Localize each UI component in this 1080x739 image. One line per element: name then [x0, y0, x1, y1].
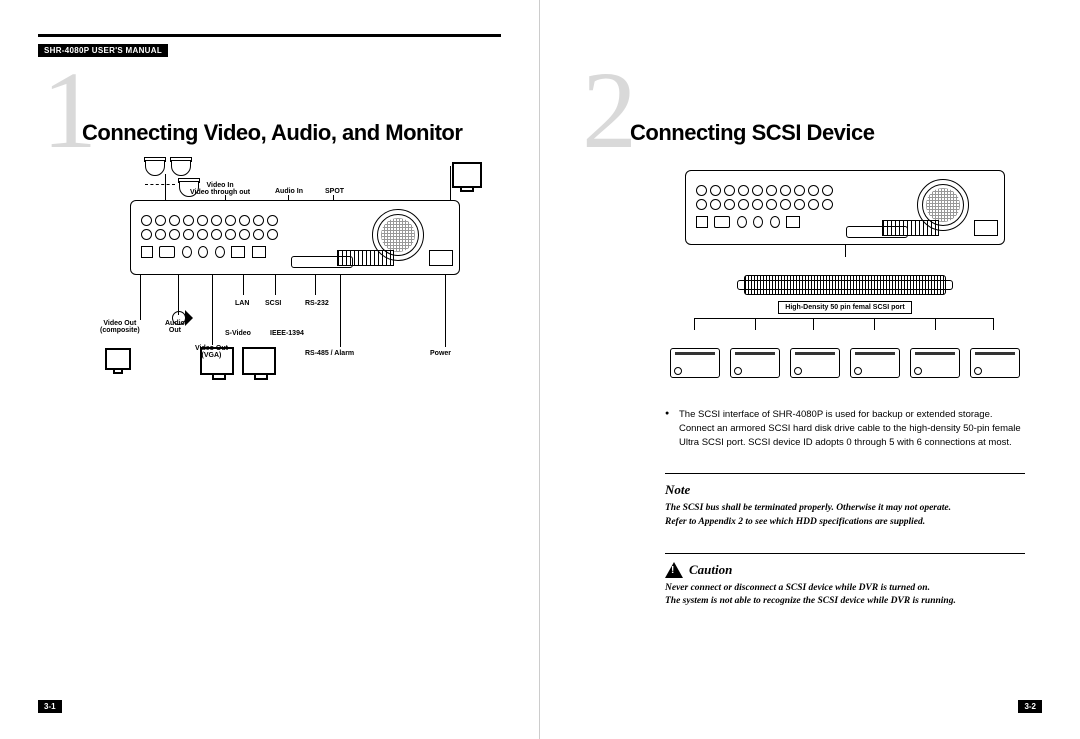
dvr-rear-panel — [130, 200, 460, 275]
label-audio-in: Audio In — [275, 188, 303, 195]
caution-title-text: Caution — [689, 562, 732, 578]
scsi-drives-row — [665, 348, 1025, 378]
section-title-2: Connecting SCSI Device — [630, 120, 875, 146]
section-title-1: Connecting Video, Audio, and Monitor — [82, 120, 462, 146]
crt-monitor-icon — [105, 348, 131, 370]
note-block: Note The SCSI bus shall be terminated pr… — [665, 473, 1025, 529]
hard-drive-icon — [910, 348, 960, 378]
scsi-connector-icon — [744, 275, 946, 295]
caution-block: Caution Never connect or disconnect a SC… — [665, 553, 1025, 609]
vga-monitors — [200, 347, 276, 375]
hard-drive-icon — [670, 348, 720, 378]
caution-title: Caution — [665, 562, 1025, 578]
fan-vent-icon — [372, 209, 424, 261]
connection-diagram-left: Video In Video through out Audio In SPOT — [130, 200, 460, 275]
composite-monitors — [105, 348, 131, 370]
crt-monitor-icon — [452, 162, 482, 188]
hard-drive-icon — [790, 348, 840, 378]
label-power: Power — [430, 350, 451, 357]
section-number-2: 2 — [582, 55, 637, 165]
caution-body: Never connect or disconnect a SCSI devic… — [665, 582, 1025, 609]
label-lan: LAN — [235, 300, 249, 307]
page-number-left: 3-1 — [38, 700, 62, 713]
label-spot: SPOT — [325, 188, 344, 195]
dome-camera-icon — [145, 160, 165, 176]
lead-line — [450, 166, 451, 204]
lead-line — [178, 275, 179, 315]
hard-drive-icon — [850, 348, 900, 378]
lead-line — [315, 275, 316, 295]
text: Video through out — [190, 189, 250, 196]
label-audio-out: Audio Out — [165, 320, 185, 334]
note-body: The SCSI bus shall be terminated properl… — [665, 502, 1025, 529]
warning-triangle-icon — [665, 562, 683, 578]
note-title: Note — [665, 482, 1025, 498]
label-ieee1394: IEEE-1394 — [270, 330, 304, 337]
text: Video In — [207, 182, 234, 189]
lead-line — [212, 275, 213, 345]
lead-line — [243, 275, 244, 295]
ac-inlet-icon — [974, 220, 998, 236]
rule-top — [38, 34, 501, 37]
hard-drive-icon — [730, 348, 780, 378]
lead-line — [845, 245, 846, 257]
page-right: 2 Connecting SCSI Device — [540, 0, 1080, 739]
label-svideo: S-Video — [225, 330, 251, 337]
label-video-in: Video In Video through out — [190, 182, 250, 196]
scsi-description: The SCSI interface of SHR-4080P is used … — [665, 408, 1025, 449]
lead-line — [275, 275, 276, 295]
section-number-1: 1 — [42, 55, 97, 165]
right-column: High-Density 50 pin femal SCSI port The — [665, 170, 1025, 608]
fan-vent-icon — [917, 179, 969, 231]
lead-wrapper — [665, 245, 1025, 257]
lead-line — [445, 275, 446, 347]
lead-line — [140, 275, 141, 320]
flat-monitor-icon — [200, 347, 234, 375]
scsi-port-label: High-Density 50 pin femal SCSI port — [778, 301, 911, 314]
fanout-lines — [665, 318, 1025, 330]
flat-monitor-icon — [242, 347, 276, 375]
dvr-rear-panel — [685, 170, 1005, 245]
label-scsi: SCSI — [265, 300, 281, 307]
hard-drive-icon — [970, 348, 1020, 378]
ac-inlet-icon — [429, 250, 453, 266]
page-left: SHR-4080P USER'S MANUAL 1 Connecting Vid… — [0, 0, 540, 739]
ellipsis-line-icon — [145, 184, 175, 185]
label-video-out-composite: Video Out (composite) — [100, 320, 140, 334]
label-rs232: RS-232 — [305, 300, 329, 307]
label-rs485: RS-485 / Alarm — [305, 350, 354, 357]
dome-camera-icon — [171, 160, 191, 176]
page-number-right: 3-2 — [1018, 700, 1042, 713]
lead-line — [340, 275, 341, 347]
